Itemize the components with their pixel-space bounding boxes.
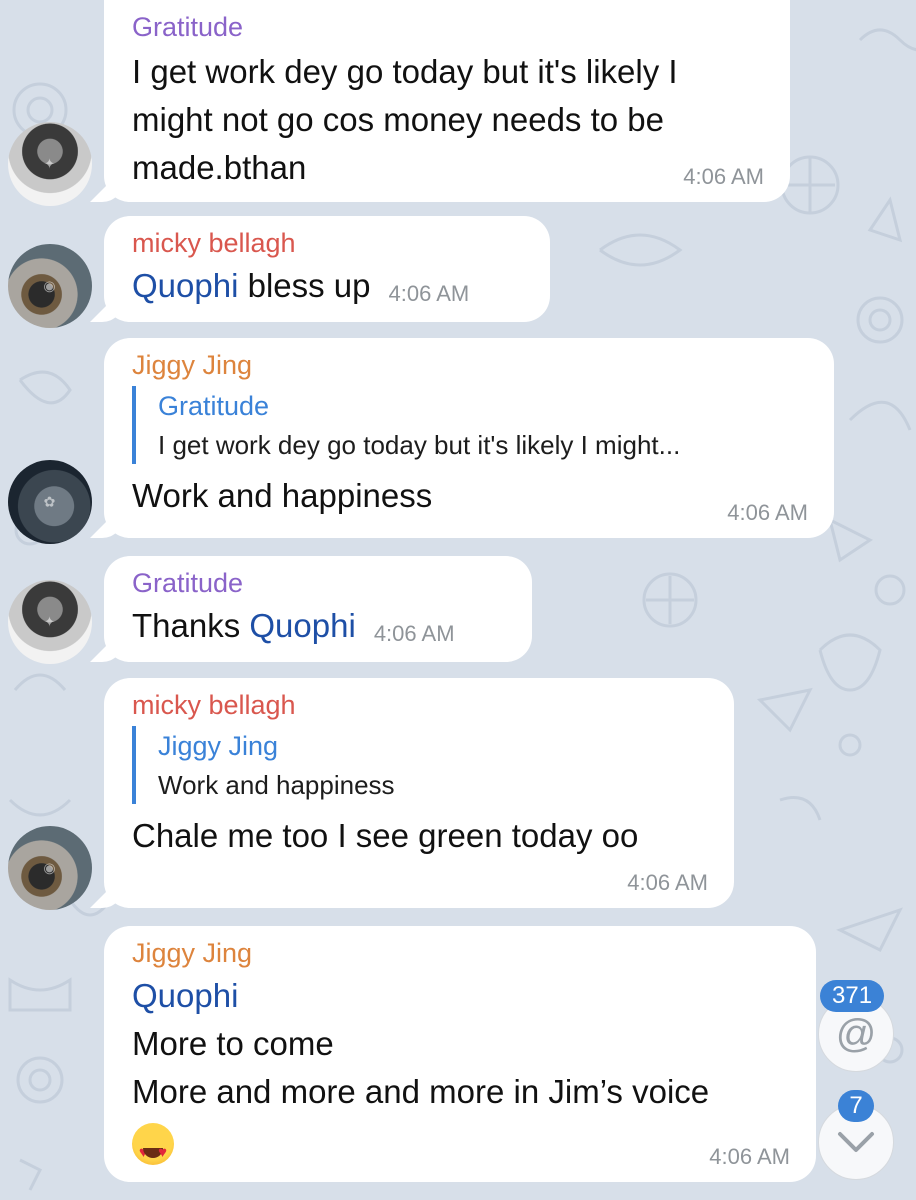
mention-link[interactable]: Quophi: [132, 972, 788, 1020]
avatar-image: ✦: [43, 155, 57, 172]
avatar-image: ✿: [43, 493, 57, 510]
sender-name[interactable]: Jiggy Jing: [132, 348, 806, 382]
message-text: Quophi bless up 4:06 AM: [132, 262, 522, 314]
message-line: More and more and more in Jim’s voice: [132, 1073, 710, 1110]
message-bubble[interactable]: Jiggy Jing Gratitude I get work dey go t…: [104, 338, 834, 538]
message-text: Quophi More to come More and more and mo…: [132, 972, 788, 1177]
sender-name[interactable]: Jiggy Jing: [132, 936, 788, 970]
message-line: might not go cos money needs to be: [132, 101, 664, 138]
avatar-micky-bellagh[interactable]: ◉: [8, 826, 92, 910]
avatar-micky-bellagh[interactable]: ◉: [8, 244, 92, 328]
message-text: Chale me too I see green today oo: [132, 817, 639, 854]
avatar-gratitude[interactable]: ✦: [8, 580, 92, 664]
message-time: 4:06 AM: [709, 1144, 790, 1169]
reply-text: I get work dey go today but it's likely …: [158, 430, 681, 460]
message-text: Work and happiness: [132, 477, 433, 514]
reply-sender: Jiggy Jing: [158, 731, 279, 761]
reply-preview[interactable]: Gratitude I get work dey go today but it…: [132, 386, 806, 464]
sender-name[interactable]: Gratitude: [132, 566, 504, 600]
message-bubble[interactable]: Gratitude Thanks Quophi 4:06 AM: [104, 556, 532, 662]
message-body: bless up: [238, 267, 371, 304]
sender-name[interactable]: micky bellagh: [132, 226, 522, 260]
reply-sender: Gratitude: [158, 391, 270, 421]
mention-link[interactable]: Quophi: [249, 607, 355, 644]
mention-link[interactable]: Quophi: [132, 267, 238, 304]
message-line: I get work dey go today but it's likely …: [132, 53, 678, 90]
message-bubble[interactable]: micky bellagh Quophi bless up 4:06 AM: [104, 216, 550, 322]
sender-name[interactable]: Gratitude: [132, 10, 762, 44]
message-line: More to come: [132, 1025, 334, 1062]
sender-name[interactable]: micky bellagh: [132, 688, 706, 722]
reply-preview[interactable]: Jiggy Jing Work and happiness: [132, 726, 706, 804]
message-time: 4:06 AM: [627, 870, 708, 895]
avatar-gratitude[interactable]: ✦: [8, 122, 92, 206]
avatar-image: ◉: [43, 859, 57, 876]
avatar-image: ✦: [43, 613, 57, 630]
message-body: Thanks: [132, 607, 250, 644]
message-time: 4:06 AM: [727, 500, 808, 525]
message-bubble[interactable]: micky bellagh Jiggy Jing Work and happin…: [104, 678, 734, 908]
heart-eyes-emoji: [132, 1123, 174, 1177]
message-text: Thanks Quophi 4:06 AM: [132, 602, 504, 654]
reply-text: Work and happiness: [158, 770, 395, 800]
chevron-down-icon: [838, 1132, 874, 1152]
avatar-jiggy-jing[interactable]: ✿: [8, 460, 92, 544]
message-bubble[interactable]: Jiggy Jing Quophi More to come More and …: [104, 926, 816, 1182]
message-time: 4:06 AM: [388, 281, 470, 306]
avatar-image: ◉: [43, 277, 57, 294]
unread-count-badge: 7: [838, 1090, 874, 1122]
mentions-count-badge: 371: [820, 980, 885, 1012]
at-sign-icon: @: [835, 1011, 877, 1056]
message-text: I get work dey go today but it's likely …: [132, 48, 762, 192]
message-time: 4:06 AM: [373, 621, 455, 646]
message-line: made.bthan: [132, 149, 307, 186]
message-line: [132, 1116, 788, 1177]
message-time: 4:06 AM: [683, 164, 764, 189]
message-bubble[interactable]: Gratitude I get work dey go today but it…: [104, 0, 790, 202]
